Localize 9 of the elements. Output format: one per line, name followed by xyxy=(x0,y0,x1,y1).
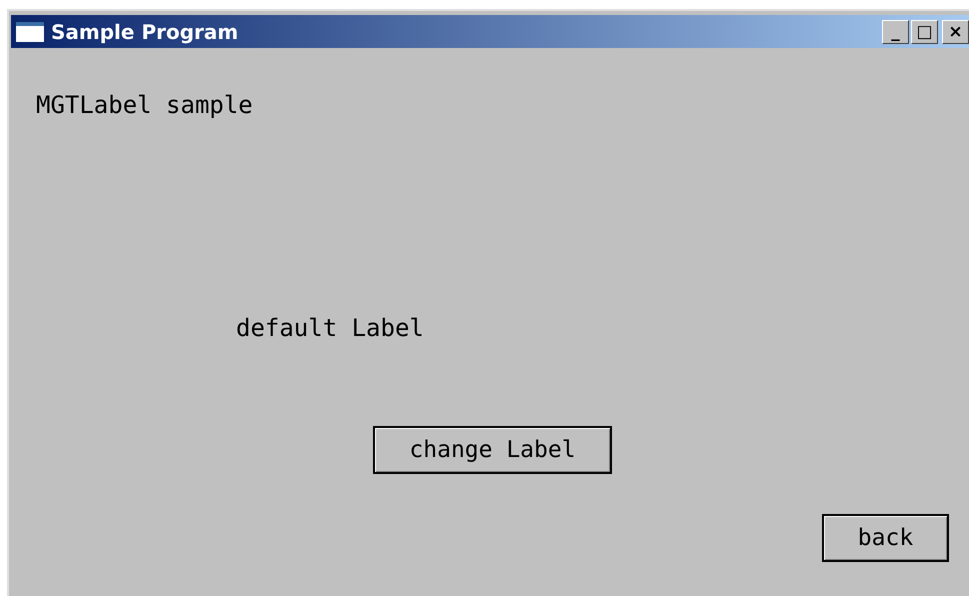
close-button[interactable]: × xyxy=(942,20,969,44)
window-title: Sample Program xyxy=(51,18,238,46)
back-button[interactable]: back xyxy=(822,514,949,562)
label-text: default Label xyxy=(236,314,424,342)
maximize-button[interactable]: □ xyxy=(911,20,938,44)
window-icon xyxy=(15,20,45,42)
change-label-button[interactable]: change Label xyxy=(373,426,612,474)
heading-text: MGTLabel sample xyxy=(36,91,253,119)
minimize-button[interactable]: _ xyxy=(882,20,909,44)
